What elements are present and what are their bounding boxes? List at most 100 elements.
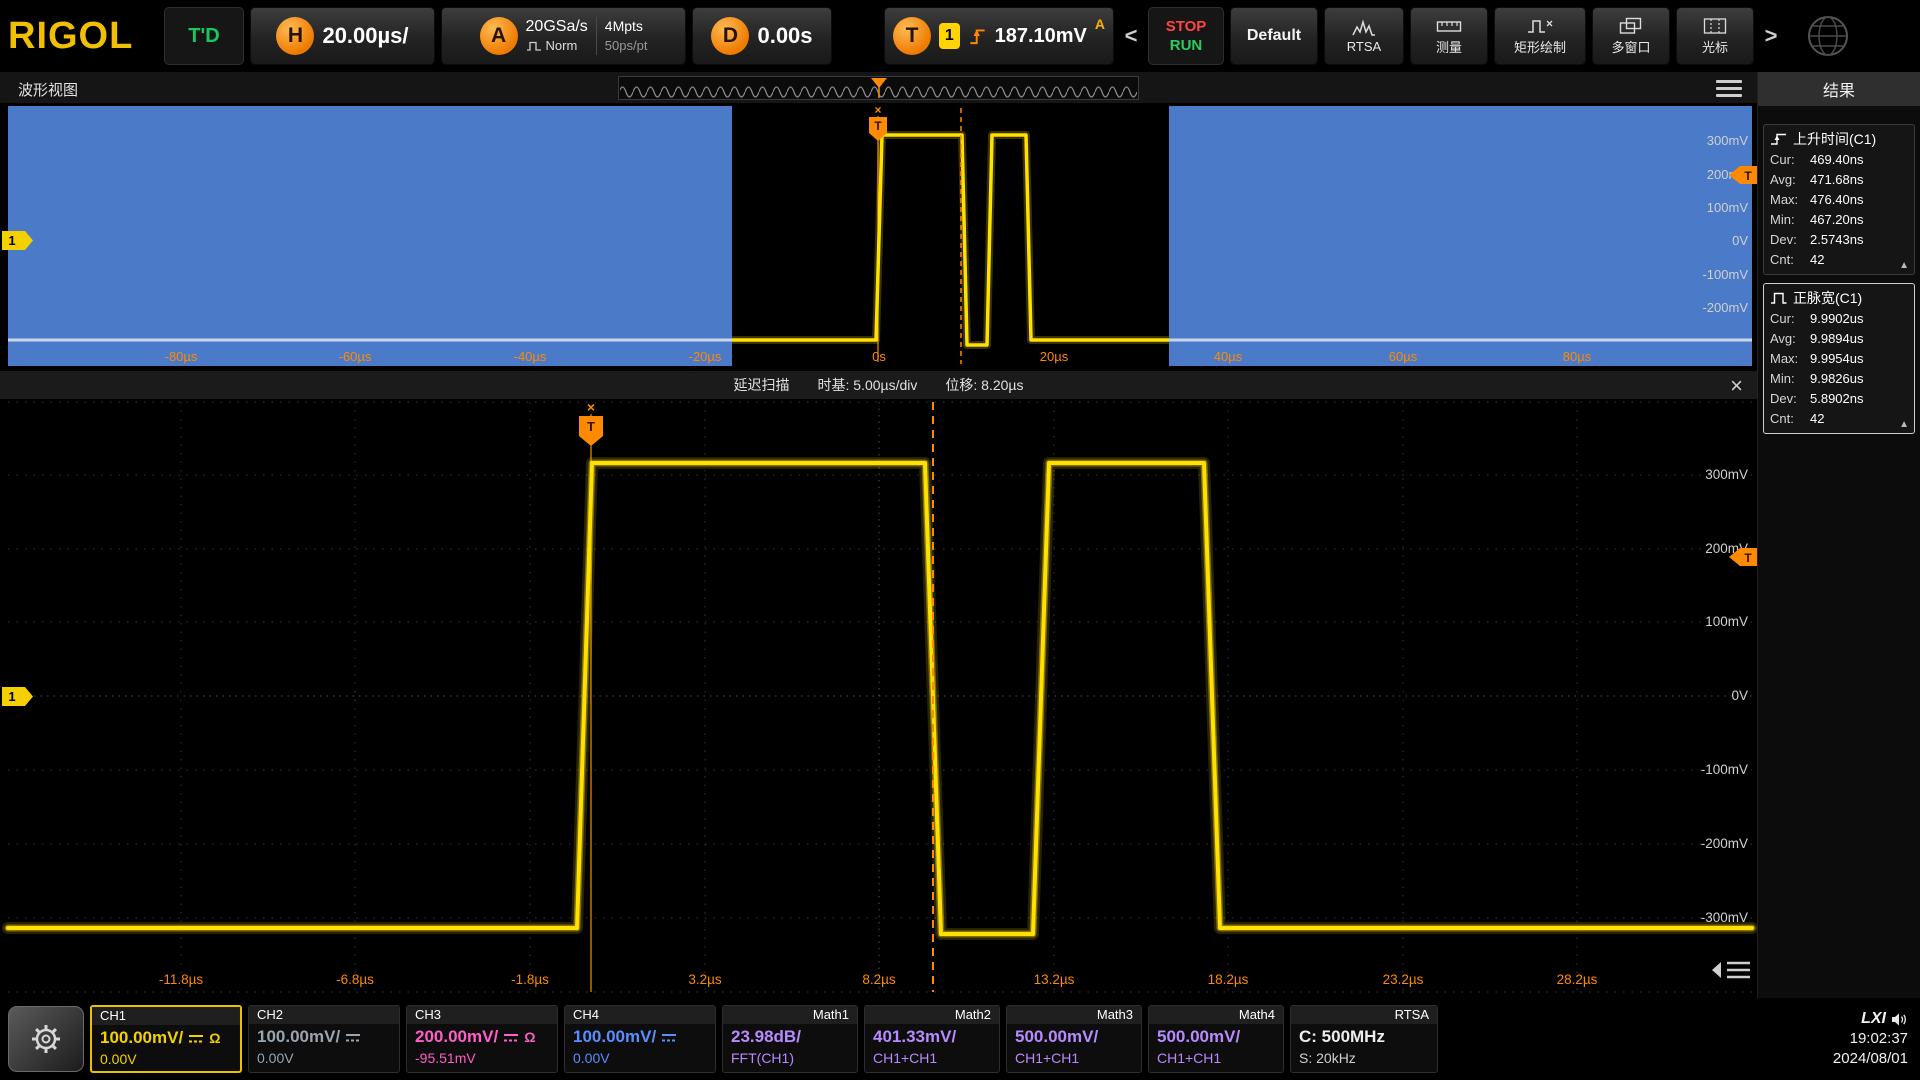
acquire-tile[interactable]: A 20GSa/s Norm 4Mpts 50ps/pt	[441, 7, 686, 65]
expand-right-icon[interactable]: >	[1760, 23, 1782, 49]
channel-scale: 200.00mV/	[415, 1027, 498, 1047]
impedance-label: Ω	[209, 1030, 220, 1046]
channel-tile-ch2[interactable]: CH2 100.00mV/ 0.00V	[248, 1005, 400, 1073]
top-bar: RIGOL T'D H 20.00µs/ A 20GSa/s Norm 4Mpt…	[0, 0, 1920, 72]
timebase-value: 20.00µs/	[322, 23, 408, 49]
speaker-icon[interactable]	[1891, 1012, 1908, 1027]
svg-text:100mV: 100mV	[1707, 200, 1749, 215]
rect-draw-button[interactable]: 矩形绘制	[1494, 7, 1586, 65]
measurement-card-rise-time[interactable]: 上升时间(C1) Cur:469.40ns Avg:471.68ns Max:4…	[1763, 124, 1915, 275]
svg-text:8.2µs: 8.2µs	[862, 972, 896, 987]
channel-scale: 100.00mV/	[573, 1027, 656, 1047]
delay-tile[interactable]: D 0.00s	[692, 7, 832, 65]
svg-text:T: T	[874, 119, 882, 133]
settings-button[interactable]	[8, 1006, 84, 1072]
math-expression: FFT(CH1)	[731, 1050, 849, 1070]
svg-text:40µs: 40µs	[1214, 349, 1243, 364]
math-scale: 500.00mV/	[1015, 1024, 1133, 1050]
math-scale: 23.98dB/	[731, 1024, 849, 1050]
rtsa-span: S: 20kHz	[1299, 1050, 1429, 1070]
spectrum-icon	[1352, 19, 1376, 37]
run-label: RUN	[1170, 36, 1203, 55]
channel-tile-ch1[interactable]: CH1 100.00mV/ Ω 0.00V	[90, 1005, 242, 1073]
ruler-icon	[1436, 17, 1462, 35]
rigol-logo: RIGOL	[8, 15, 158, 58]
collapse-left-icon[interactable]: <	[1120, 23, 1142, 49]
dc-coupling-icon	[503, 1032, 519, 1043]
cursor-icon	[1703, 17, 1727, 35]
svg-text:-100mV: -100mV	[1701, 762, 1748, 777]
svg-text:-60µs: -60µs	[339, 349, 372, 364]
clock-time: 19:02:37	[1833, 1029, 1908, 1049]
svg-text:13.2µs: 13.2µs	[1034, 972, 1075, 987]
measure-button[interactable]: 测量	[1410, 7, 1488, 65]
delayed-sweep-timebase: 时基: 5.00µs/div	[818, 375, 918, 395]
trigger-tile[interactable]: T 1 187.10mV A	[884, 7, 1114, 65]
lxi-indicator: LXI	[1861, 1009, 1886, 1029]
math-tile-math4[interactable]: Math4 500.00mV/ CH1+CH1	[1148, 1005, 1284, 1073]
trigger-coupling: A	[1095, 16, 1105, 32]
overview-plot[interactable]: 300mV 200mV 100mV 0V -100mV -200mV -80µs…	[0, 104, 1757, 370]
delay-badge: D	[711, 17, 749, 55]
channel-offset: 0.00V	[257, 1050, 391, 1070]
channel-tile-ch3[interactable]: CH3 200.00mV/ Ω -95.51mV	[406, 1005, 558, 1073]
waveform-menu-icon[interactable]	[1716, 80, 1742, 97]
timebase-nav-strip[interactable]	[618, 76, 1139, 100]
card-expand-icon[interactable]: ▲	[1899, 419, 1909, 430]
zoom-shade-left	[8, 106, 732, 366]
rise-time-icon	[1770, 132, 1788, 146]
close-icon[interactable]: ×	[1730, 371, 1743, 401]
svg-text:100mV: 100mV	[1705, 614, 1748, 629]
math-tile-math2[interactable]: Math2 401.33mV/ CH1+CH1	[864, 1005, 1000, 1073]
svg-text:×: ×	[587, 400, 595, 415]
math-label: Math1	[723, 1006, 857, 1024]
svg-text:1: 1	[8, 233, 15, 248]
default-button[interactable]: Default	[1230, 7, 1318, 65]
globe-icon	[1804, 12, 1852, 60]
svg-text:18.2µs: 18.2µs	[1208, 972, 1249, 987]
rising-edge-icon	[968, 22, 987, 50]
measurement-card-pulse-width[interactable]: 正脉宽(C1) Cur:9.9902us Avg:9.9894us Max:9.…	[1763, 283, 1915, 434]
svg-text:-20µs: -20µs	[689, 349, 722, 364]
delayed-sweep-offset: 位移: 8.20µs	[945, 375, 1023, 395]
trigger-status-tile[interactable]: T'D	[164, 7, 244, 65]
math-scale: 500.00mV/	[1157, 1024, 1275, 1050]
svg-text:23.2µs: 23.2µs	[1383, 972, 1424, 987]
rtsa-button[interactable]: RTSA	[1324, 7, 1404, 65]
rtsa-tile[interactable]: RTSA C: 500MHz S: 20kHz	[1290, 1005, 1438, 1073]
trigger-badge: T	[893, 17, 931, 55]
svg-text:-11.8µs: -11.8µs	[159, 972, 204, 987]
bottom-bar: CH1 100.00mV/ Ω 0.00V CH2 100.00mV/	[0, 998, 1920, 1080]
pulse-width-icon	[1770, 291, 1788, 305]
delayed-sweep-bar: 延迟扫描 时基: 5.00µs/div 位移: 8.20µs ×	[0, 370, 1757, 400]
clock-date: 2024/08/01	[1833, 1049, 1908, 1069]
svg-text:-6.8µs: -6.8µs	[336, 972, 374, 987]
acquire-badge: A	[480, 17, 518, 55]
svg-text:-200mV: -200mV	[1701, 836, 1748, 851]
svg-text:28.2µs: 28.2µs	[1557, 972, 1598, 987]
math-tile-math1[interactable]: Math1 23.98dB/ FFT(CH1)	[722, 1005, 858, 1073]
math-label: Math4	[1149, 1006, 1283, 1024]
gear-icon	[28, 1021, 64, 1057]
math-tile-math3[interactable]: Math3 500.00mV/ CH1+CH1	[1006, 1005, 1142, 1073]
channel-label: CH1	[92, 1007, 240, 1025]
clock-area: LXI 19:02:37 2024/08/01	[1833, 1009, 1912, 1069]
stop-run-button[interactable]: STOP RUN	[1148, 7, 1224, 65]
horizontal-tile[interactable]: H 20.00µs/	[250, 7, 435, 65]
cursor-button[interactable]: 光标	[1676, 7, 1754, 65]
math-expression: CH1+CH1	[1157, 1050, 1275, 1070]
square-wave-icon	[526, 41, 542, 51]
channel-offset: 0.00V	[573, 1050, 707, 1070]
dc-coupling-icon	[345, 1032, 361, 1043]
channel-tile-ch4[interactable]: CH4 100.00mV/ 0.00V	[564, 1005, 716, 1073]
globe-button[interactable]	[1788, 12, 1868, 60]
main-plot[interactable]: 300mV 200mV 100mV 0V -100mV -200mV -300m…	[0, 400, 1757, 998]
stop-label: STOP	[1166, 17, 1207, 36]
channel-offset: 0.00V	[100, 1051, 232, 1071]
trigger-status-label: T'D	[188, 25, 219, 48]
multi-window-button[interactable]: 多窗口	[1592, 7, 1670, 65]
horizontal-badge: H	[276, 17, 314, 55]
card-expand-icon[interactable]: ▲	[1899, 260, 1909, 271]
svg-text:-1.8µs: -1.8µs	[511, 972, 549, 987]
channel-offset: -95.51mV	[415, 1050, 549, 1070]
